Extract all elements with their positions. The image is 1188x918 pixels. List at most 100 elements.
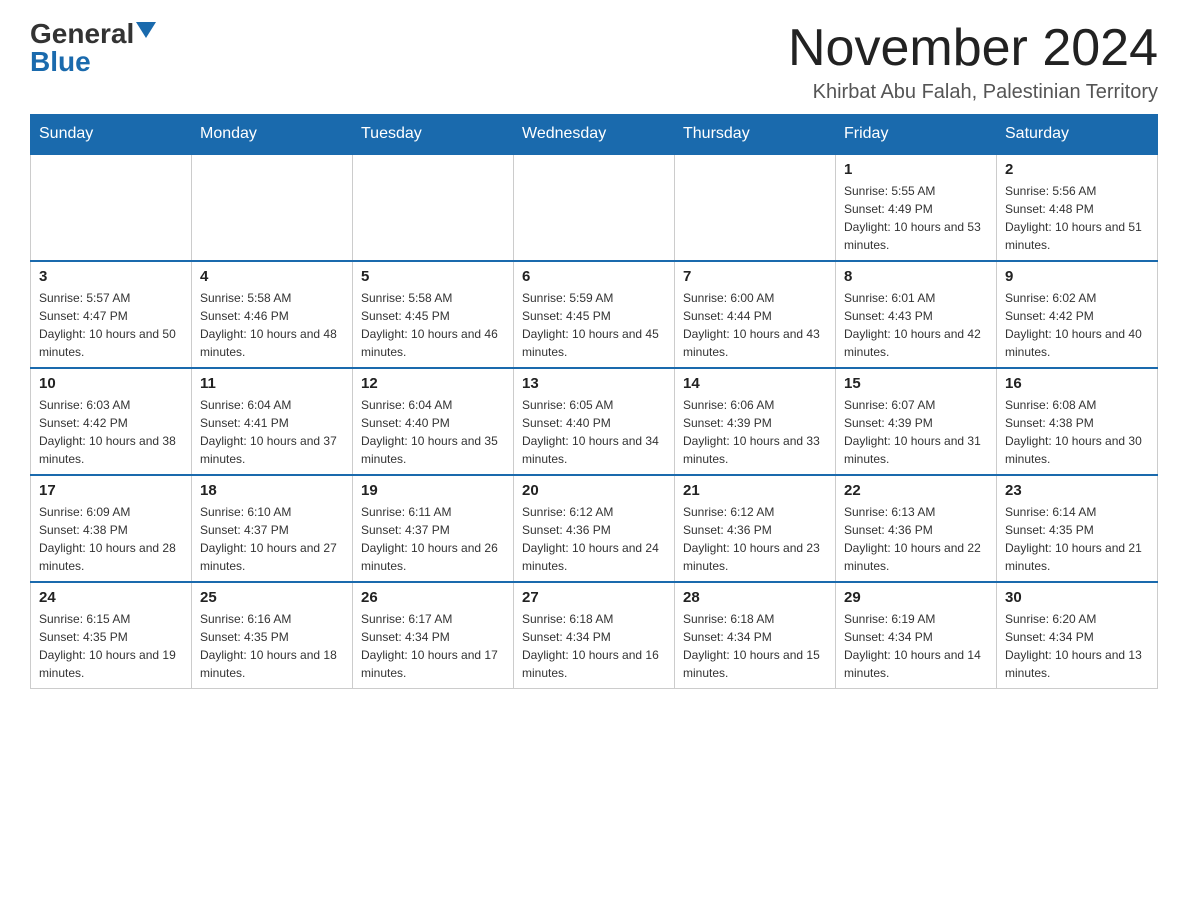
title-block: November 2024 Khirbat Abu Falah, Palesti…: [788, 20, 1158, 104]
day-number: 9: [1005, 268, 1149, 285]
calendar-cell: 5 Sunrise: 5:58 AMSunset: 4:45 PMDaylight…: [353, 261, 514, 368]
calendar-cell: 26 Sunrise: 6:17 AMSunset: 4:34 PMDayligh…: [353, 582, 514, 689]
calendar-cell: 12Sunrise: 6:04 AMSunset: 4:40 PMDayligh…: [353, 368, 514, 475]
day-number: 16: [1005, 375, 1149, 392]
calendar-cell: 13 Sunrise: 6:05 AMSunset: 4:40 PMDayligh…: [514, 368, 675, 475]
day-number: 21: [683, 482, 827, 499]
calendar-cell: 1 Sunrise: 5:55 AMSunset: 4:49 PMDaylight…: [836, 154, 997, 261]
calendar-cell: 11Sunrise: 6:04 AMSunset: 4:41 PMDayligh…: [192, 368, 353, 475]
calendar-header-friday: Friday: [836, 115, 997, 155]
day-number: 13: [522, 375, 666, 392]
calendar-week-5: 24 Sunrise: 6:15 AMSunset: 4:35 PMDayligh…: [31, 582, 1158, 689]
day-info: Sunrise: 6:09 AMSunset: 4:38 PMDaylight:…: [39, 503, 183, 575]
calendar-table: SundayMondayTuesdayWednesdayThursdayFrid…: [30, 114, 1158, 689]
location-subtitle: Khirbat Abu Falah, Palestinian Territory: [788, 81, 1158, 104]
day-info: Sunrise: 5:59 AMSunset: 4:45 PMDaylight:…: [522, 289, 666, 361]
calendar-cell: 20 Sunrise: 6:12 AMSunset: 4:36 PMDayligh…: [514, 475, 675, 582]
calendar-cell: 10 Sunrise: 6:03 AMSunset: 4:42 PMDayligh…: [31, 368, 192, 475]
calendar-cell: 15Sunrise: 6:07 AMSunset: 4:39 PMDayligh…: [836, 368, 997, 475]
day-number: 20: [522, 482, 666, 499]
calendar-cell: 23Sunrise: 6:14 AMSunset: 4:35 PMDayligh…: [997, 475, 1158, 582]
calendar-week-3: 10 Sunrise: 6:03 AMSunset: 4:42 PMDayligh…: [31, 368, 1158, 475]
day-info: Sunrise: 6:11 AMSunset: 4:37 PMDaylight:…: [361, 503, 505, 575]
day-number: 3: [39, 268, 183, 285]
logo-blue-text: Blue: [30, 48, 91, 76]
calendar-cell: 8 Sunrise: 6:01 AMSunset: 4:43 PMDaylight…: [836, 261, 997, 368]
calendar-cell: 19 Sunrise: 6:11 AMSunset: 4:37 PMDayligh…: [353, 475, 514, 582]
calendar-cell: [192, 154, 353, 261]
logo-triangle-icon: [136, 22, 156, 38]
calendar-cell: 18 Sunrise: 6:10 AMSunset: 4:37 PMDayligh…: [192, 475, 353, 582]
day-number: 17: [39, 482, 183, 499]
calendar-cell: [675, 154, 836, 261]
day-number: 30: [1005, 589, 1149, 606]
calendar-cell: 6 Sunrise: 5:59 AMSunset: 4:45 PMDaylight…: [514, 261, 675, 368]
calendar-cell: 30 Sunrise: 6:20 AMSunset: 4:34 PMDayligh…: [997, 582, 1158, 689]
day-number: 18: [200, 482, 344, 499]
calendar-cell: 21 Sunrise: 6:12 AMSunset: 4:36 PMDayligh…: [675, 475, 836, 582]
calendar-cell: 4Sunrise: 5:58 AMSunset: 4:46 PMDaylight…: [192, 261, 353, 368]
day-info: Sunrise: 6:07 AMSunset: 4:39 PMDaylight:…: [844, 396, 988, 468]
day-info: Sunrise: 6:08 AMSunset: 4:38 PMDaylight:…: [1005, 396, 1149, 468]
day-number: 10: [39, 375, 183, 392]
day-info: Sunrise: 5:57 AMSunset: 4:47 PMDaylight:…: [39, 289, 183, 361]
calendar-cell: 2Sunrise: 5:56 AMSunset: 4:48 PMDaylight…: [997, 154, 1158, 261]
calendar-cell: 14 Sunrise: 6:06 AMSunset: 4:39 PMDayligh…: [675, 368, 836, 475]
day-number: 14: [683, 375, 827, 392]
day-number: 4: [200, 268, 344, 285]
calendar-header-wednesday: Wednesday: [514, 115, 675, 155]
calendar-week-2: 3 Sunrise: 5:57 AMSunset: 4:47 PMDaylight…: [31, 261, 1158, 368]
calendar-cell: 28Sunrise: 6:18 AMSunset: 4:34 PMDayligh…: [675, 582, 836, 689]
calendar-cell: [353, 154, 514, 261]
day-info: Sunrise: 6:03 AMSunset: 4:42 PMDaylight:…: [39, 396, 183, 468]
day-info: Sunrise: 6:12 AMSunset: 4:36 PMDaylight:…: [522, 503, 666, 575]
day-info: Sunrise: 6:13 AMSunset: 4:36 PMDaylight:…: [844, 503, 988, 575]
day-number: 5: [361, 268, 505, 285]
day-number: 1: [844, 161, 988, 178]
calendar-header-monday: Monday: [192, 115, 353, 155]
day-info: Sunrise: 5:58 AMSunset: 4:45 PMDaylight:…: [361, 289, 505, 361]
logo-general-text: General: [30, 20, 134, 48]
day-number: 2: [1005, 161, 1149, 178]
day-info: Sunrise: 6:20 AMSunset: 4:34 PMDaylight:…: [1005, 610, 1149, 682]
page-header: General Blue November 2024 Khirbat Abu F…: [30, 20, 1158, 104]
day-info: Sunrise: 6:18 AMSunset: 4:34 PMDaylight:…: [522, 610, 666, 682]
day-number: 24: [39, 589, 183, 606]
day-info: Sunrise: 6:18 AMSunset: 4:34 PMDaylight:…: [683, 610, 827, 682]
day-info: Sunrise: 6:15 AMSunset: 4:35 PMDaylight:…: [39, 610, 183, 682]
day-number: 22: [844, 482, 988, 499]
day-info: Sunrise: 6:17 AMSunset: 4:34 PMDaylight:…: [361, 610, 505, 682]
calendar-header-sunday: Sunday: [31, 115, 192, 155]
calendar-week-4: 17 Sunrise: 6:09 AMSunset: 4:38 PMDayligh…: [31, 475, 1158, 582]
calendar-cell: [31, 154, 192, 261]
day-info: Sunrise: 6:05 AMSunset: 4:40 PMDaylight:…: [522, 396, 666, 468]
day-number: 26: [361, 589, 505, 606]
calendar-cell: [514, 154, 675, 261]
day-info: Sunrise: 6:16 AMSunset: 4:35 PMDaylight:…: [200, 610, 344, 682]
day-info: Sunrise: 5:55 AMSunset: 4:49 PMDaylight:…: [844, 182, 988, 254]
day-number: 8: [844, 268, 988, 285]
calendar-cell: 7Sunrise: 6:00 AMSunset: 4:44 PMDaylight…: [675, 261, 836, 368]
calendar-cell: 29Sunrise: 6:19 AMSunset: 4:34 PMDayligh…: [836, 582, 997, 689]
day-info: Sunrise: 6:02 AMSunset: 4:42 PMDaylight:…: [1005, 289, 1149, 361]
day-number: 6: [522, 268, 666, 285]
day-info: Sunrise: 6:10 AMSunset: 4:37 PMDaylight:…: [200, 503, 344, 575]
day-info: Sunrise: 6:01 AMSunset: 4:43 PMDaylight:…: [844, 289, 988, 361]
day-info: Sunrise: 6:00 AMSunset: 4:44 PMDaylight:…: [683, 289, 827, 361]
calendar-cell: 25Sunrise: 6:16 AMSunset: 4:35 PMDayligh…: [192, 582, 353, 689]
day-info: Sunrise: 6:06 AMSunset: 4:39 PMDaylight:…: [683, 396, 827, 468]
day-number: 29: [844, 589, 988, 606]
calendar-header-row: SundayMondayTuesdayWednesdayThursdayFrid…: [31, 115, 1158, 155]
calendar-header-saturday: Saturday: [997, 115, 1158, 155]
calendar-cell: 17 Sunrise: 6:09 AMSunset: 4:38 PMDayligh…: [31, 475, 192, 582]
calendar-cell: 22 Sunrise: 6:13 AMSunset: 4:36 PMDayligh…: [836, 475, 997, 582]
calendar-header-tuesday: Tuesday: [353, 115, 514, 155]
day-number: 19: [361, 482, 505, 499]
calendar-cell: 27 Sunrise: 6:18 AMSunset: 4:34 PMDayligh…: [514, 582, 675, 689]
day-info: Sunrise: 6:14 AMSunset: 4:35 PMDaylight:…: [1005, 503, 1149, 575]
day-number: 27: [522, 589, 666, 606]
day-info: Sunrise: 6:12 AMSunset: 4:36 PMDaylight:…: [683, 503, 827, 575]
calendar-cell: 3 Sunrise: 5:57 AMSunset: 4:47 PMDaylight…: [31, 261, 192, 368]
calendar-cell: 9 Sunrise: 6:02 AMSunset: 4:42 PMDaylight…: [997, 261, 1158, 368]
logo: General Blue: [30, 20, 156, 76]
